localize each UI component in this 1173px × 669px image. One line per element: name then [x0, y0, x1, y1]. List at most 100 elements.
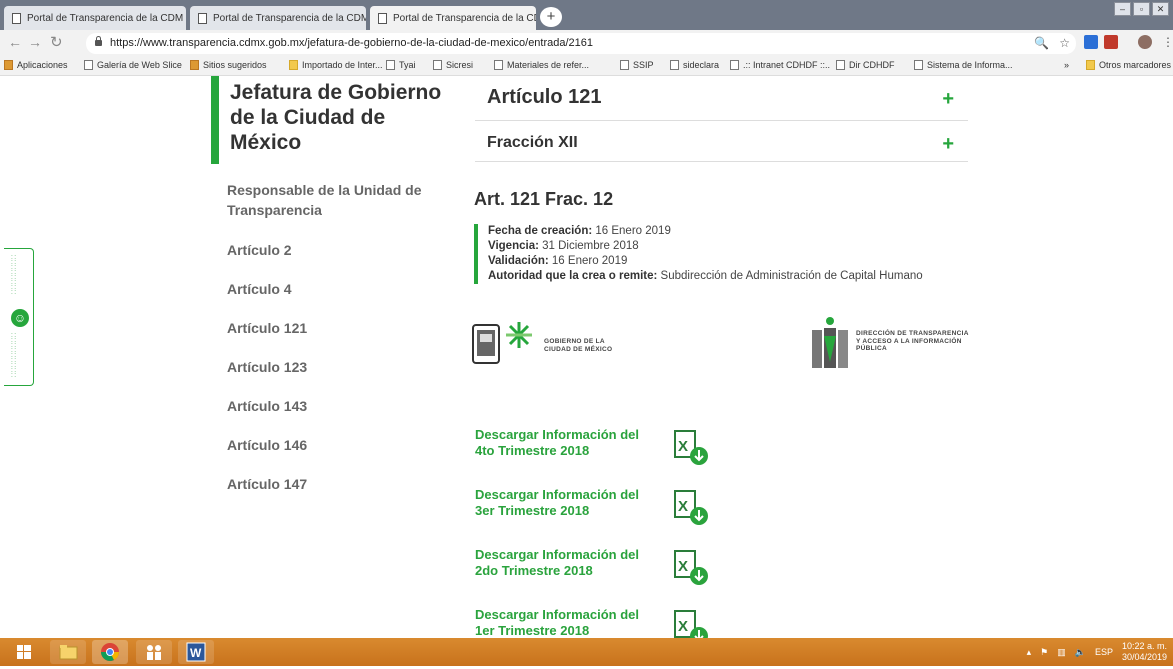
page-icon	[84, 60, 93, 70]
browser-tab[interactable]: Portal de Transparencia de la CDM ×	[190, 6, 366, 30]
tray-overflow-icon[interactable]: ▴	[1027, 647, 1032, 658]
download-link-4to-trimestre[interactable]: Descargar Información del 4to Trimestre 2…	[475, 427, 715, 467]
document-metadata: Fecha de creación: 16 Enero 2019 Vigenci…	[474, 224, 923, 284]
window-controls: – ▫ ✕	[1114, 2, 1169, 16]
network-icon[interactable]: ▥	[1057, 647, 1066, 658]
clock[interactable]: 10:22 a. m. 30/04/2019	[1122, 641, 1167, 663]
page-title: Jefatura de Gobierno de la Ciudad de Méx…	[230, 81, 442, 154]
chrome-taskbar-button[interactable]	[92, 640, 128, 664]
zoom-icon[interactable]: 🔍	[1034, 33, 1049, 54]
sidebar-item-articulo-121[interactable]: Artículo 121	[227, 318, 442, 338]
bookmark-item[interactable]: Sicresi	[433, 60, 473, 70]
close-window-icon[interactable]: ✕	[1152, 2, 1169, 16]
excel-download-icon[interactable]: X	[672, 427, 710, 467]
download-link-2do-trimestre[interactable]: Descargar Información del 2do Trimestre 2…	[475, 547, 715, 587]
new-tab-button[interactable]: +	[540, 7, 562, 27]
bookmark-item[interactable]: SSIP	[620, 60, 654, 70]
download-label[interactable]: Descargar Información del 4to Trimestre 2…	[475, 427, 665, 459]
bookmark-item[interactable]: Tyai	[386, 60, 416, 70]
back-icon[interactable]: ←	[8, 34, 22, 50]
svg-text:X: X	[678, 558, 688, 575]
direccion-transparencia-logo: DIRECCIÓN DE TRANSPARENCIA Y ACCESO A LA…	[812, 316, 1012, 371]
accordion-articulo[interactable]: Artículo 121 +	[475, 76, 968, 121]
volume-icon[interactable]: 🔈	[1075, 647, 1086, 658]
bookmark-item[interactable]: Sitios sugeridos	[190, 60, 267, 70]
folder-icon	[289, 60, 298, 70]
sidebar-item-articulo-2[interactable]: Artículo 2	[227, 240, 442, 260]
file-explorer-button[interactable]	[50, 640, 86, 664]
bookmark-item[interactable]: .:: Intranet CDHDF ::..	[730, 60, 830, 70]
address-bar[interactable]: https://www.transparencia.cdmx.gob.mx/je…	[86, 33, 1076, 54]
browser-tab[interactable]: Portal de Transparencia de la CDM ×	[4, 6, 186, 30]
sidebar-item-articulo-146[interactable]: Artículo 146	[227, 435, 442, 455]
meta-autoridad: Autoridad que la crea o remite: Subdirec…	[488, 270, 923, 282]
system-tray: ▴ ⚑ ▥ 🔈 ESP 10:22 a. m. 30/04/2019	[1027, 641, 1167, 663]
meta-validacion: Validación: 16 Enero 2019	[488, 255, 628, 267]
language-indicator[interactable]: ESP	[1095, 647, 1113, 657]
bookmark-item[interactable]: Dir CDHDF	[836, 60, 895, 70]
reload-icon[interactable]: ↻	[50, 33, 63, 51]
word-taskbar-button[interactable]: W	[178, 640, 214, 664]
accessibility-icon[interactable]: ☺	[11, 309, 29, 327]
download-label[interactable]: Descargar Información del 3er Trimestre 2…	[475, 487, 665, 519]
sidebar-item-articulo-4[interactable]: Artículo 4	[227, 279, 442, 299]
folder-icon	[1086, 60, 1095, 70]
bookmark-star-icon[interactable]: ☆	[1059, 33, 1070, 54]
download-link-3er-trimestre[interactable]: Descargar Información del 3er Trimestre 2…	[475, 487, 715, 527]
sites-icon	[190, 60, 199, 70]
page-icon	[378, 12, 387, 24]
app-taskbar-button[interactable]	[136, 640, 172, 664]
tab-title: Portal de Transparencia de la CDM	[393, 12, 536, 24]
menu-icon[interactable]: ⋮	[1162, 35, 1173, 49]
gobierno-cdmx-logo: GOBIERNO DE LA CIUDAD DE MÉXICO	[472, 320, 652, 370]
apps-grid-icon	[4, 60, 13, 70]
profile-avatar[interactable]	[1138, 35, 1152, 49]
excel-download-icon[interactable]: X	[672, 547, 710, 587]
extension-icon[interactable]	[1104, 35, 1118, 49]
sidebar-item-articulo-123[interactable]: Artículo 123	[227, 357, 442, 377]
windows-taskbar: W ▴ ⚑ ▥ 🔈 ESP 10:22 a. m. 30/04/2019	[0, 638, 1173, 666]
sidebar-item-articulo-147[interactable]: Artículo 147	[227, 474, 442, 494]
expand-plus-icon[interactable]: +	[942, 133, 954, 156]
page-icon	[198, 12, 207, 24]
browser-toolbar: ← → ↻ https://www.transparencia.cdmx.gob…	[0, 30, 1173, 56]
start-button[interactable]	[6, 640, 42, 664]
excel-download-icon[interactable]: X	[672, 607, 710, 638]
bookmark-item[interactable]: Materiales de refer...	[494, 60, 589, 70]
download-link-1er-trimestre[interactable]: Descargar Información del 1er Trimestre 2…	[475, 607, 715, 638]
folder-icon	[59, 645, 78, 660]
download-label[interactable]: Descargar Información del 1er Trimestre 2…	[475, 607, 665, 638]
bookmarks-bar: Aplicaciones Galería de Web Slice Sitios…	[0, 56, 1173, 76]
site-icon	[914, 60, 923, 70]
flag-icon[interactable]: ⚑	[1040, 647, 1048, 658]
word-icon: W	[186, 642, 206, 662]
sidebar-item-articulo-143[interactable]: Artículo 143	[227, 396, 442, 416]
expand-plus-icon[interactable]: +	[942, 88, 954, 111]
download-label[interactable]: Descargar Información del 2do Trimestre 2…	[475, 547, 665, 579]
excel-download-icon[interactable]: X	[672, 487, 710, 527]
svg-text:X: X	[678, 618, 688, 635]
svg-text:X: X	[678, 438, 688, 455]
meta-fecha: Fecha de creación: 16 Enero 2019	[488, 225, 671, 237]
page-content: Jefatura de Gobierno de la Ciudad de Méx…	[0, 76, 1173, 638]
maximize-icon[interactable]: ▫	[1133, 2, 1150, 16]
sidebar-item-responsable[interactable]: Responsable de la Unidad de Transparenci…	[227, 180, 442, 220]
browser-tab-active[interactable]: Portal de Transparencia de la CDM ×	[370, 6, 536, 30]
bookmarks-overflow[interactable]: »	[1064, 60, 1069, 70]
svg-text:W: W	[190, 646, 202, 660]
accessibility-widget[interactable]: ∷ ∷ ∷ ∷ ∷ ∷ ∷ ∷ ☺ ∷ ∷ ∷ ∷ ∷ ∷ ∷ ∷ ∷	[4, 248, 34, 386]
page-icon	[12, 12, 21, 24]
minimize-icon[interactable]: –	[1114, 2, 1131, 16]
bookmark-item[interactable]: Importado de Inter...	[289, 60, 383, 70]
page-icon	[494, 60, 503, 70]
other-bookmarks[interactable]: Otros marcadores	[1086, 60, 1171, 70]
bookmark-item[interactable]: Galería de Web Slice	[84, 60, 182, 70]
image-icon	[620, 60, 629, 70]
bookmark-item[interactable]: Aplicaciones	[4, 60, 68, 70]
extension-icon[interactable]	[1084, 35, 1098, 49]
bookmark-item[interactable]: sideclara	[670, 60, 719, 70]
bookmark-item[interactable]: Sistema de Informa...	[914, 60, 1013, 70]
forward-icon[interactable]: →	[28, 34, 42, 50]
transparencia-emblem-icon	[812, 317, 848, 368]
accordion-fraccion[interactable]: Fracción XII +	[475, 121, 968, 162]
